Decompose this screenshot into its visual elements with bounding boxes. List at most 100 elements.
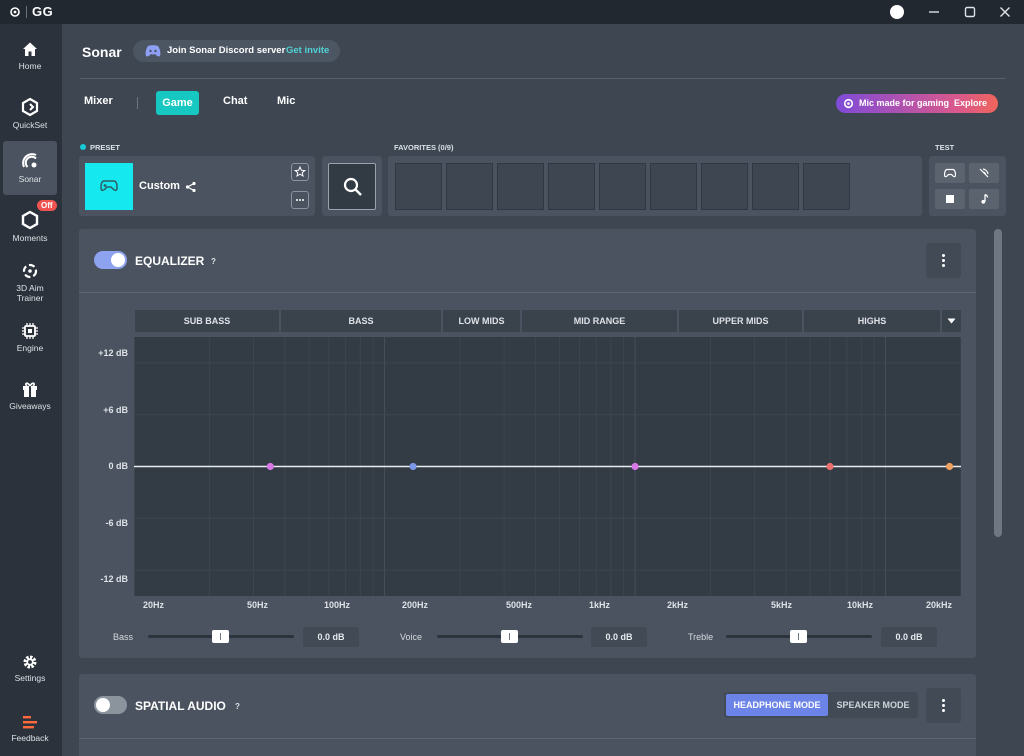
get-invite-link[interactable]: Get invite bbox=[286, 45, 329, 56]
x-tick-label: 20kHz bbox=[926, 600, 953, 610]
discord-icon bbox=[145, 45, 161, 57]
preset-card[interactable]: Custom bbox=[79, 156, 315, 216]
sidebar-item-moments[interactable]: Off Moments bbox=[3, 200, 57, 254]
maximize-icon[interactable] bbox=[961, 3, 979, 21]
headphone-mode-button[interactable]: HEADPHONE MODE bbox=[726, 694, 828, 716]
share-icon[interactable] bbox=[185, 181, 197, 193]
band-low-mids[interactable]: LOW MIDS bbox=[443, 310, 520, 332]
sonar-icon bbox=[22, 153, 37, 168]
bass-slider-thumb[interactable] bbox=[212, 630, 229, 643]
discord-invite-pill[interactable]: Join Sonar Discord server Get invite bbox=[133, 40, 340, 62]
scrollbar-thumb[interactable] bbox=[994, 229, 1002, 537]
voice-slider-thumb[interactable] bbox=[501, 630, 518, 643]
sidebar-item-settings[interactable]: Settings bbox=[3, 650, 57, 704]
preset-search-button[interactable] bbox=[328, 163, 376, 210]
eq-band-point bbox=[631, 462, 639, 471]
favorite-slot[interactable] bbox=[752, 163, 799, 210]
voice-value-field[interactable]: 0.0 dB bbox=[591, 627, 647, 647]
sidebar-item-label: QuickSet bbox=[12, 120, 48, 130]
band-dropdown-button[interactable] bbox=[942, 310, 961, 332]
equalizer-help-icon[interactable]: ? bbox=[211, 257, 216, 266]
music-note-icon bbox=[981, 193, 989, 204]
preset-indicator-dot bbox=[80, 144, 86, 150]
sidebar-item-label: Giveaways bbox=[9, 401, 51, 411]
band-highs[interactable]: HIGHS bbox=[804, 310, 940, 332]
treble-value-field[interactable]: 0.0 dB bbox=[881, 627, 937, 647]
favorite-slot[interactable] bbox=[497, 163, 544, 210]
band-upper-mids[interactable]: UPPER MIDS bbox=[679, 310, 802, 332]
favorites-label: FAVORITES (0/9) bbox=[394, 143, 454, 152]
page-title: Sonar bbox=[82, 44, 122, 60]
close-icon[interactable] bbox=[996, 3, 1014, 21]
sound-off-icon bbox=[979, 168, 989, 178]
sidebar-item-3d-aim-trainer[interactable]: 3D Aim Trainer bbox=[3, 258, 57, 312]
tab-chat[interactable]: Chat bbox=[223, 95, 247, 107]
sidebar-item-feedback[interactable]: Feedback bbox=[3, 710, 57, 756]
spatial-audio-more-button[interactable] bbox=[926, 688, 961, 723]
favorite-slot[interactable] bbox=[650, 163, 697, 210]
toggle-knob bbox=[96, 698, 110, 712]
speaker-mode-button[interactable]: SPEAKER MODE bbox=[830, 694, 916, 716]
favorites-card bbox=[388, 156, 922, 216]
treble-slider-thumb[interactable] bbox=[790, 630, 807, 643]
y-tick-label: -6 dB bbox=[105, 518, 129, 528]
bass-slider-label: Bass bbox=[113, 632, 134, 642]
test-music-button[interactable] bbox=[969, 189, 999, 209]
x-tick-label: 500Hz bbox=[506, 600, 533, 610]
band-bass[interactable]: BASS bbox=[281, 310, 441, 332]
sidebar-item-quickset[interactable]: QuickSet bbox=[3, 94, 57, 148]
equalizer-title: EQUALIZER bbox=[135, 254, 205, 268]
voice-slider-label: Voice bbox=[400, 632, 423, 642]
sidebar-item-engine[interactable]: Engine bbox=[3, 316, 57, 370]
moments-icon bbox=[21, 210, 39, 230]
mic-promo-pill[interactable]: Mic made for gaming Explore bbox=[836, 94, 998, 113]
stop-icon bbox=[946, 195, 954, 203]
mic-promo-label: Mic made for gaming bbox=[859, 98, 950, 108]
favorite-slot[interactable] bbox=[395, 163, 442, 210]
favorite-slot[interactable] bbox=[446, 163, 493, 210]
preset-more-button[interactable] bbox=[291, 191, 309, 209]
sidebar-item-label: Home bbox=[18, 61, 42, 71]
sidebar-item-home[interactable]: Home bbox=[3, 36, 57, 90]
spatial-audio-help-icon[interactable]: ? bbox=[235, 702, 240, 711]
profile-avatar[interactable] bbox=[890, 5, 904, 19]
mic-promo-text: Mic made for gaming Explore bbox=[859, 98, 987, 108]
title-bar: GG bbox=[0, 0, 1024, 24]
app-title: GG bbox=[32, 4, 54, 19]
x-tick-label: 2kHz bbox=[667, 600, 689, 610]
favorite-slot[interactable] bbox=[701, 163, 748, 210]
test-game-button[interactable] bbox=[935, 163, 965, 183]
test-stop-button[interactable] bbox=[935, 189, 965, 209]
x-tick-label: 20Hz bbox=[143, 600, 165, 610]
equalizer-graph[interactable] bbox=[134, 337, 961, 596]
favorite-slot[interactable] bbox=[599, 163, 646, 210]
home-icon bbox=[23, 42, 37, 56]
equalizer-more-button[interactable] bbox=[926, 243, 961, 278]
favorite-slot[interactable] bbox=[548, 163, 595, 210]
x-tick-label: 200Hz bbox=[402, 600, 429, 610]
bass-value-field[interactable]: 0.0 dB bbox=[303, 627, 359, 647]
favorite-star-button[interactable] bbox=[291, 163, 309, 181]
sidebar-item-label: 3D Aim Trainer bbox=[16, 283, 44, 303]
band-mid-range[interactable]: MID RANGE bbox=[522, 310, 677, 332]
y-tick-label: +6 dB bbox=[103, 405, 128, 415]
search-icon bbox=[343, 177, 362, 196]
equalizer-toggle[interactable] bbox=[94, 251, 127, 269]
x-tick-label: 10kHz bbox=[847, 600, 874, 610]
sidebar-item-sonar[interactable]: Sonar bbox=[3, 141, 57, 195]
discord-invite-text: Join Sonar Discord server bbox=[167, 45, 286, 56]
tab-mixer[interactable]: Mixer bbox=[84, 95, 113, 107]
tab-mic[interactable]: Mic bbox=[277, 95, 295, 107]
explore-link[interactable]: Explore bbox=[954, 98, 987, 108]
engine-chip-icon bbox=[22, 323, 38, 339]
sidebar-item-label: Engine bbox=[16, 343, 44, 353]
eq-band-point bbox=[826, 462, 834, 471]
band-sub-bass[interactable]: SUB BASS bbox=[135, 310, 279, 332]
sidebar-item-giveaways[interactable]: Giveaways bbox=[3, 374, 57, 428]
tab-game[interactable]: Game bbox=[156, 91, 199, 115]
preset-thumbnail bbox=[85, 163, 133, 210]
spatial-audio-toggle[interactable] bbox=[94, 696, 127, 714]
test-mute-button[interactable] bbox=[969, 163, 999, 183]
minimize-icon[interactable] bbox=[925, 3, 943, 21]
favorite-slot[interactable] bbox=[803, 163, 850, 210]
